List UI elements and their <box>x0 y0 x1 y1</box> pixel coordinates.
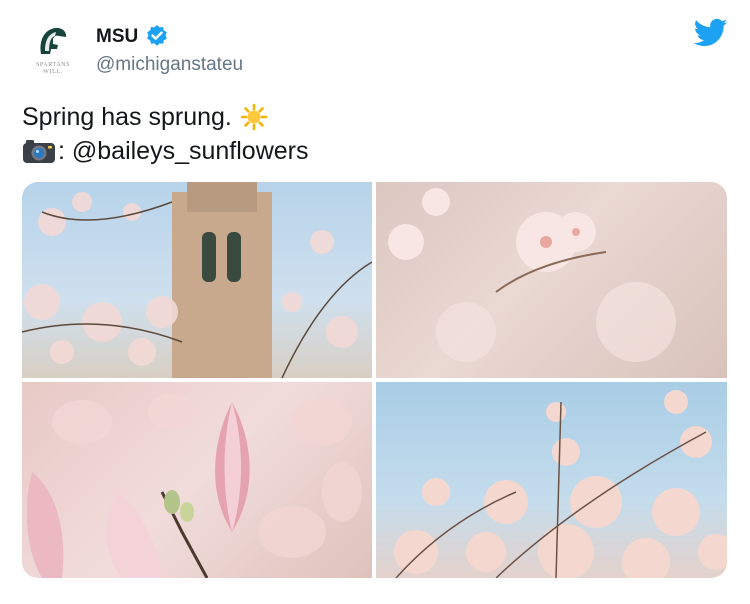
tweet-line-2: : @baileys_sunflowers <box>22 134 309 168</box>
tweet-line-1: Spring has sprung. <box>22 100 309 134</box>
twitter-bird-icon[interactable] <box>694 18 728 48</box>
tweet-text: Spring has sprung. : @baileys_sunflowers <box>22 100 309 168</box>
avatar-caption-line2: WILL. <box>43 69 63 75</box>
avatar-caption-line1: SPARTANS <box>35 62 71 68</box>
photo-tower-blossoms[interactable] <box>22 182 372 378</box>
photo-cherry-closeup[interactable] <box>376 182 727 378</box>
photo-blossoms-sky[interactable] <box>376 382 727 578</box>
account-handle[interactable]: @michiganstateu <box>96 54 243 76</box>
avatar[interactable]: SPARTANS WILL. <box>22 20 84 82</box>
account-name[interactable]: MSU <box>96 26 138 48</box>
photo-magnolia-buds[interactable] <box>22 382 372 578</box>
tweet-card: SPARTANS WILL. MSU @michiganstateu Sprin… <box>0 0 750 604</box>
spartan-helmet-icon <box>40 27 67 54</box>
camera-emoji-icon <box>23 140 55 163</box>
photo-grid <box>22 182 727 578</box>
verified-badge-icon <box>147 25 167 46</box>
sun-emoji-icon <box>240 103 268 131</box>
tweet-line-1-text: Spring has sprung. <box>22 103 232 131</box>
tweet-line-2-text: : @baileys_sunflowers <box>58 137 309 165</box>
